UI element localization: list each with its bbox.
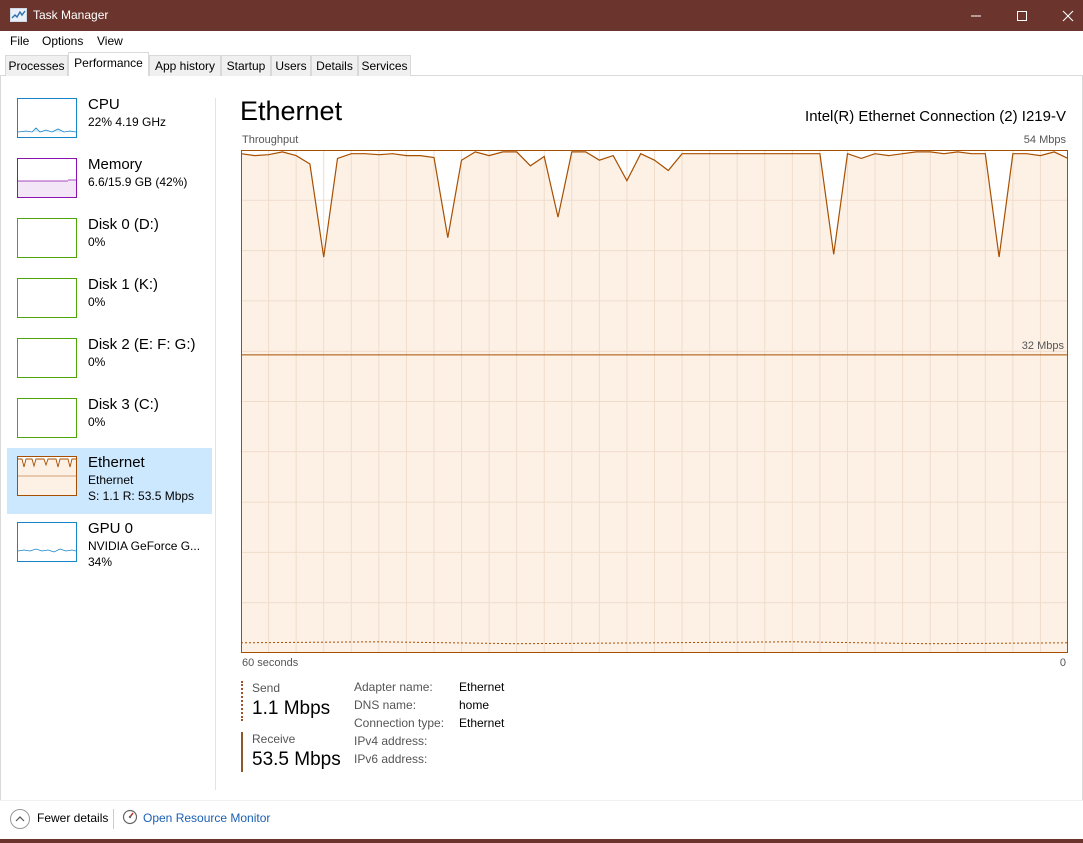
max-scale-label: 54 Mbps bbox=[1023, 134, 1066, 146]
footer-divider bbox=[113, 809, 114, 829]
property-value: Ethernet bbox=[459, 716, 505, 730]
x-axis-left-label: 60 seconds bbox=[242, 657, 299, 669]
menu-file[interactable]: File bbox=[10, 34, 29, 48]
throughput-label: Throughput bbox=[242, 134, 299, 146]
throughput-chart: 32 Mbps bbox=[241, 150, 1068, 653]
window-frame-bottom bbox=[0, 839, 1083, 843]
sidebar-divider bbox=[215, 98, 216, 790]
adapter-model: Intel(R) Ethernet Connection (2) I219-V bbox=[805, 108, 1066, 125]
sidebar-item-name: Memory bbox=[88, 156, 143, 173]
sidebar-item-ethernet[interactable]: Ethernet Ethernet S: 1.1 R: 53.5 Mbps bbox=[7, 448, 212, 514]
sidebar-item-name: Disk 0 (D:) bbox=[88, 216, 159, 233]
tab-app-history[interactable]: App history bbox=[149, 55, 221, 76]
tab-services[interactable]: Services bbox=[358, 55, 411, 76]
sidebar-item-name: CPU bbox=[88, 96, 120, 113]
send-stat: Send 1.1 Mbps bbox=[241, 681, 330, 721]
sidebar-item-value: 0% bbox=[88, 415, 106, 429]
sidebar-item-name: Disk 2 (E: F: G:) bbox=[88, 336, 196, 353]
ethernet-thumbnail bbox=[17, 456, 77, 496]
tab-bar: Processes Performance App history Startu… bbox=[0, 51, 1083, 77]
property-key: Connection type: bbox=[354, 716, 445, 730]
window-title: Task Manager bbox=[33, 8, 109, 22]
disk-thumbnail bbox=[17, 398, 77, 438]
tab-users[interactable]: Users bbox=[271, 55, 311, 76]
fewer-details-button[interactable] bbox=[10, 809, 30, 829]
sidebar-item-name: Disk 1 (K:) bbox=[88, 276, 159, 293]
disk-thumbnail bbox=[17, 278, 77, 318]
gpu-thumbnail bbox=[17, 522, 77, 562]
task-manager-icon bbox=[10, 8, 27, 22]
sidebar-item-value: 6.6/15.9 GB (42%) bbox=[88, 175, 188, 189]
close-button[interactable] bbox=[1045, 0, 1083, 31]
sidebar-item-value: Ethernet bbox=[88, 473, 134, 487]
menu-options[interactable]: Options bbox=[42, 34, 83, 48]
property-key: IPv6 address: bbox=[354, 752, 428, 766]
property-key: DNS name: bbox=[354, 698, 417, 712]
sidebar-item-usage: 34% bbox=[88, 555, 113, 569]
property-value: Ethernet bbox=[459, 680, 505, 694]
sidebar-item-disk-3[interactable]: Disk 3 (C:) 0% bbox=[7, 390, 212, 456]
chevron-up-icon bbox=[15, 816, 25, 822]
cpu-thumbnail bbox=[17, 98, 77, 138]
sidebar-item-name: Ethernet bbox=[88, 454, 145, 471]
maximize-button[interactable] bbox=[999, 0, 1045, 31]
menu-bar: File Options View bbox=[0, 31, 1083, 51]
receive-label: Receive bbox=[252, 732, 296, 746]
property-key: Adapter name: bbox=[354, 680, 433, 694]
memory-thumbnail bbox=[17, 158, 77, 198]
disk-thumbnail bbox=[17, 218, 77, 258]
menu-view[interactable]: View bbox=[97, 34, 123, 48]
mid-scale-label: 32 Mbps bbox=[1022, 340, 1065, 352]
minimize-button[interactable] bbox=[953, 0, 999, 31]
sidebar-item-disk-0[interactable]: Disk 0 (D:) 0% bbox=[7, 210, 212, 276]
title-bar: Task Manager bbox=[0, 0, 1083, 31]
receive-stat: Receive 53.5 Mbps bbox=[241, 732, 341, 772]
sidebar-item-value: 0% bbox=[88, 295, 106, 309]
sidebar-item-value: NVIDIA GeForce G... bbox=[88, 539, 201, 553]
receive-value: 53.5 Mbps bbox=[252, 749, 341, 770]
send-label: Send bbox=[252, 681, 281, 695]
sidebar-item-disk-2[interactable]: Disk 2 (E: F: G:) 0% bbox=[7, 330, 212, 396]
sidebar-item-value: 22% 4.19 GHz bbox=[88, 115, 167, 129]
sidebar-item-cpu[interactable]: CPU 22% 4.19 GHz bbox=[7, 90, 212, 156]
resource-monitor-icon bbox=[122, 809, 138, 825]
sidebar-item-memory[interactable]: Memory 6.6/15.9 GB (42%) bbox=[7, 150, 212, 216]
send-value: 1.1 Mbps bbox=[252, 698, 331, 719]
tab-details[interactable]: Details bbox=[311, 55, 358, 76]
open-resource-monitor-link[interactable]: Open Resource Monitor bbox=[143, 811, 270, 825]
tab-processes[interactable]: Processes bbox=[5, 55, 68, 76]
sidebar-item-value: 0% bbox=[88, 355, 106, 369]
property-key: IPv4 address: bbox=[354, 734, 428, 748]
sidebar-item-rate: S: 1.1 R: 53.5 Mbps bbox=[88, 489, 195, 503]
tab-startup[interactable]: Startup bbox=[221, 55, 271, 76]
tab-performance[interactable]: Performance bbox=[68, 52, 149, 77]
x-axis-right-label: 0 bbox=[1059, 657, 1066, 669]
sidebar-item-name: GPU 0 bbox=[88, 520, 134, 537]
footer-bar: Fewer details Open Resource Monitor bbox=[0, 800, 1083, 843]
fewer-details-label[interactable]: Fewer details bbox=[37, 811, 108, 825]
sidebar-item-disk-1[interactable]: Disk 1 (K:) 0% bbox=[7, 270, 212, 336]
performance-panel: CPU 22% 4.19 GHz Memory 6.6/15.9 GB (42%… bbox=[0, 76, 1083, 800]
property-value: home bbox=[459, 698, 490, 712]
detail-title: Ethernet bbox=[240, 96, 343, 126]
sidebar-item-name: Disk 3 (C:) bbox=[88, 396, 159, 413]
disk-thumbnail bbox=[17, 338, 77, 378]
sidebar-item-gpu-0[interactable]: GPU 0 NVIDIA GeForce G... 34% bbox=[7, 514, 212, 580]
sidebar-item-value: 0% bbox=[88, 235, 106, 249]
